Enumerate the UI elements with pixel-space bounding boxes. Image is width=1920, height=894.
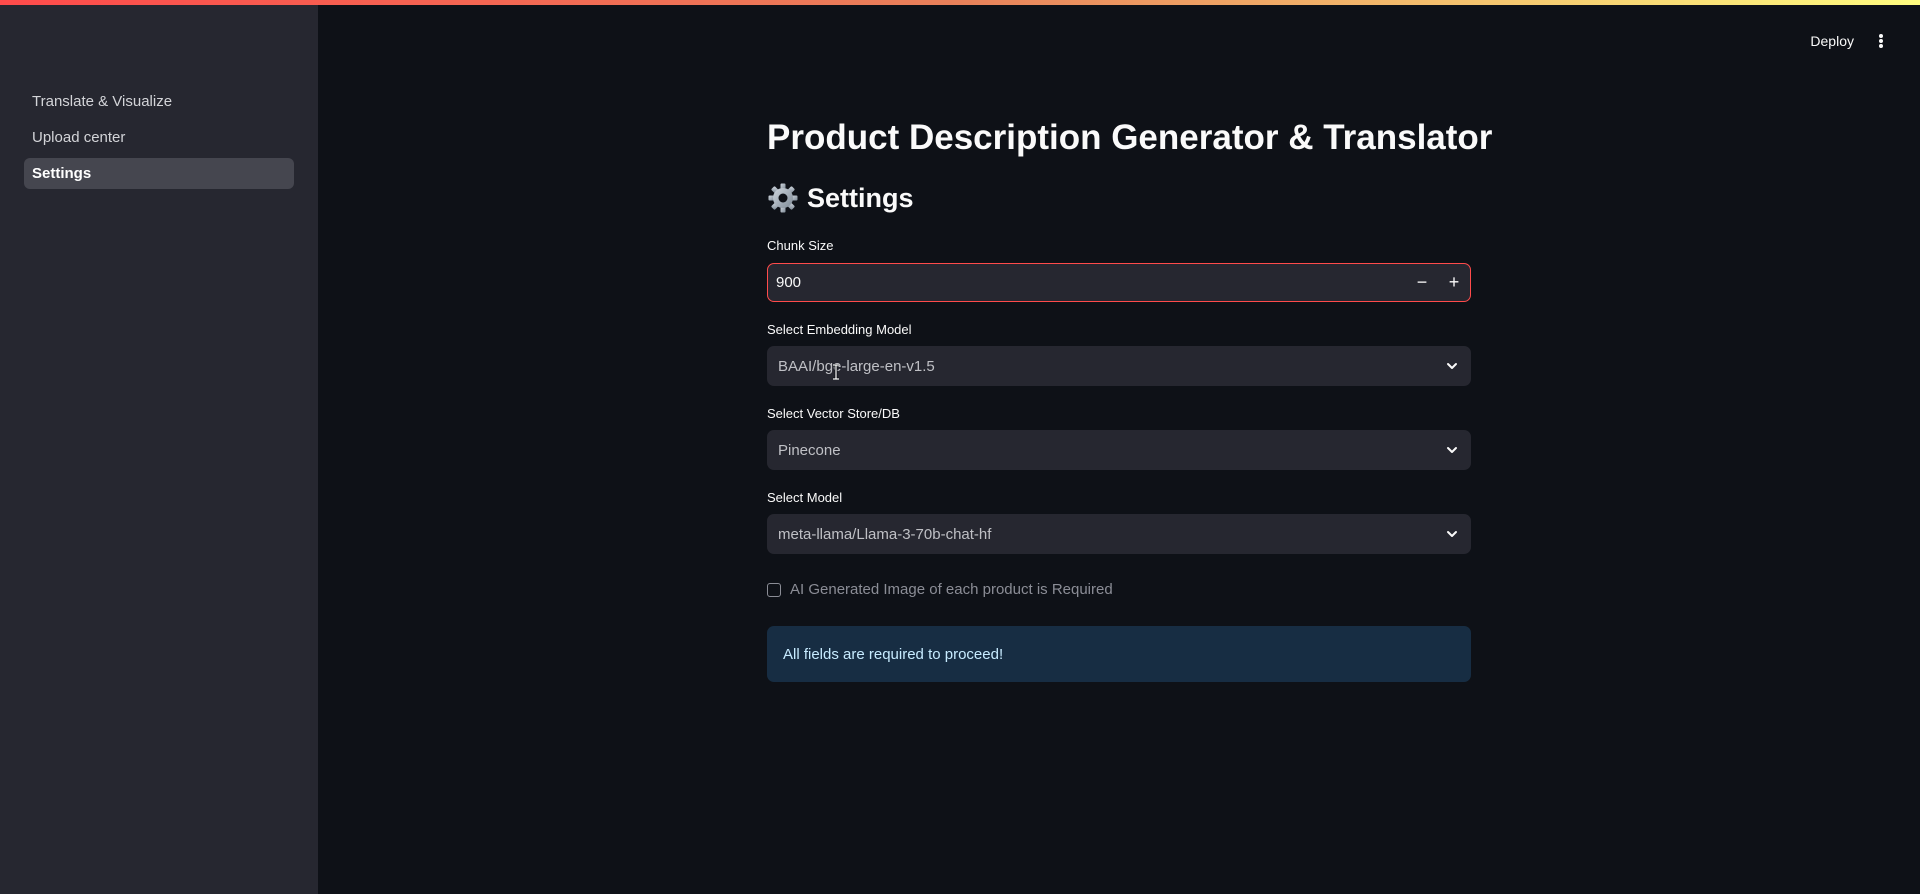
gear-icon — [768, 183, 798, 213]
model-select[interactable]: meta-llama/Llama-3-70b-chat-hf — [767, 514, 1471, 554]
section-title: Settings — [767, 182, 914, 214]
info-alert: All fields are required to proceed! — [767, 626, 1471, 682]
chevron-down-icon — [1447, 363, 1457, 369]
top-toolbar: Deploy — [1810, 28, 1888, 54]
embedding-model-select[interactable]: BAAI/bge-large-en-v1.5 — [767, 346, 1471, 386]
chevron-down-icon — [1447, 447, 1457, 453]
model-value: meta-llama/Llama-3-70b-chat-hf — [778, 525, 992, 543]
sidebar-item-translate-visualize[interactable]: Translate & Visualize — [24, 86, 294, 117]
header-decoration — [0, 0, 1920, 5]
ai-image-checkbox-row[interactable]: AI Generated Image of each product is Re… — [767, 581, 1113, 598]
chunk-size-label: Chunk Size — [767, 238, 834, 253]
embedding-model-label: Select Embedding Model — [767, 322, 912, 337]
app-root: Translate & Visualize Upload center Sett… — [0, 0, 1920, 894]
page-title: Product Description Generator & Translat… — [767, 118, 1493, 157]
vector-store-select[interactable]: Pinecone — [767, 430, 1471, 470]
model-label: Select Model — [767, 490, 843, 505]
ai-image-checkbox-label[interactable]: AI Generated Image of each product is Re… — [790, 581, 1113, 598]
increment-button[interactable]: + — [1438, 264, 1470, 301]
sidebar-item-settings[interactable]: Settings — [24, 158, 294, 189]
sidebar-item-upload-center[interactable]: Upload center — [24, 122, 294, 153]
vector-store-value: Pinecone — [778, 441, 841, 459]
vertical-ellipsis-icon[interactable] — [1874, 32, 1888, 50]
chevron-down-icon — [1447, 531, 1457, 537]
embedding-model-value: BAAI/bge-large-en-v1.5 — [778, 357, 935, 375]
chunk-size-value[interactable]: 900 — [768, 274, 1406, 291]
text-cursor-icon — [833, 364, 839, 380]
vector-store-label: Select Vector Store/DB — [767, 406, 900, 421]
chunk-size-input[interactable]: 900 − + — [767, 263, 1471, 302]
sidebar: Translate & Visualize Upload center Sett… — [0, 0, 318, 894]
decrement-button[interactable]: − — [1406, 264, 1438, 301]
section-title-text: Settings — [807, 182, 914, 213]
ai-image-checkbox[interactable] — [767, 582, 781, 597]
deploy-button[interactable]: Deploy — [1810, 33, 1854, 49]
